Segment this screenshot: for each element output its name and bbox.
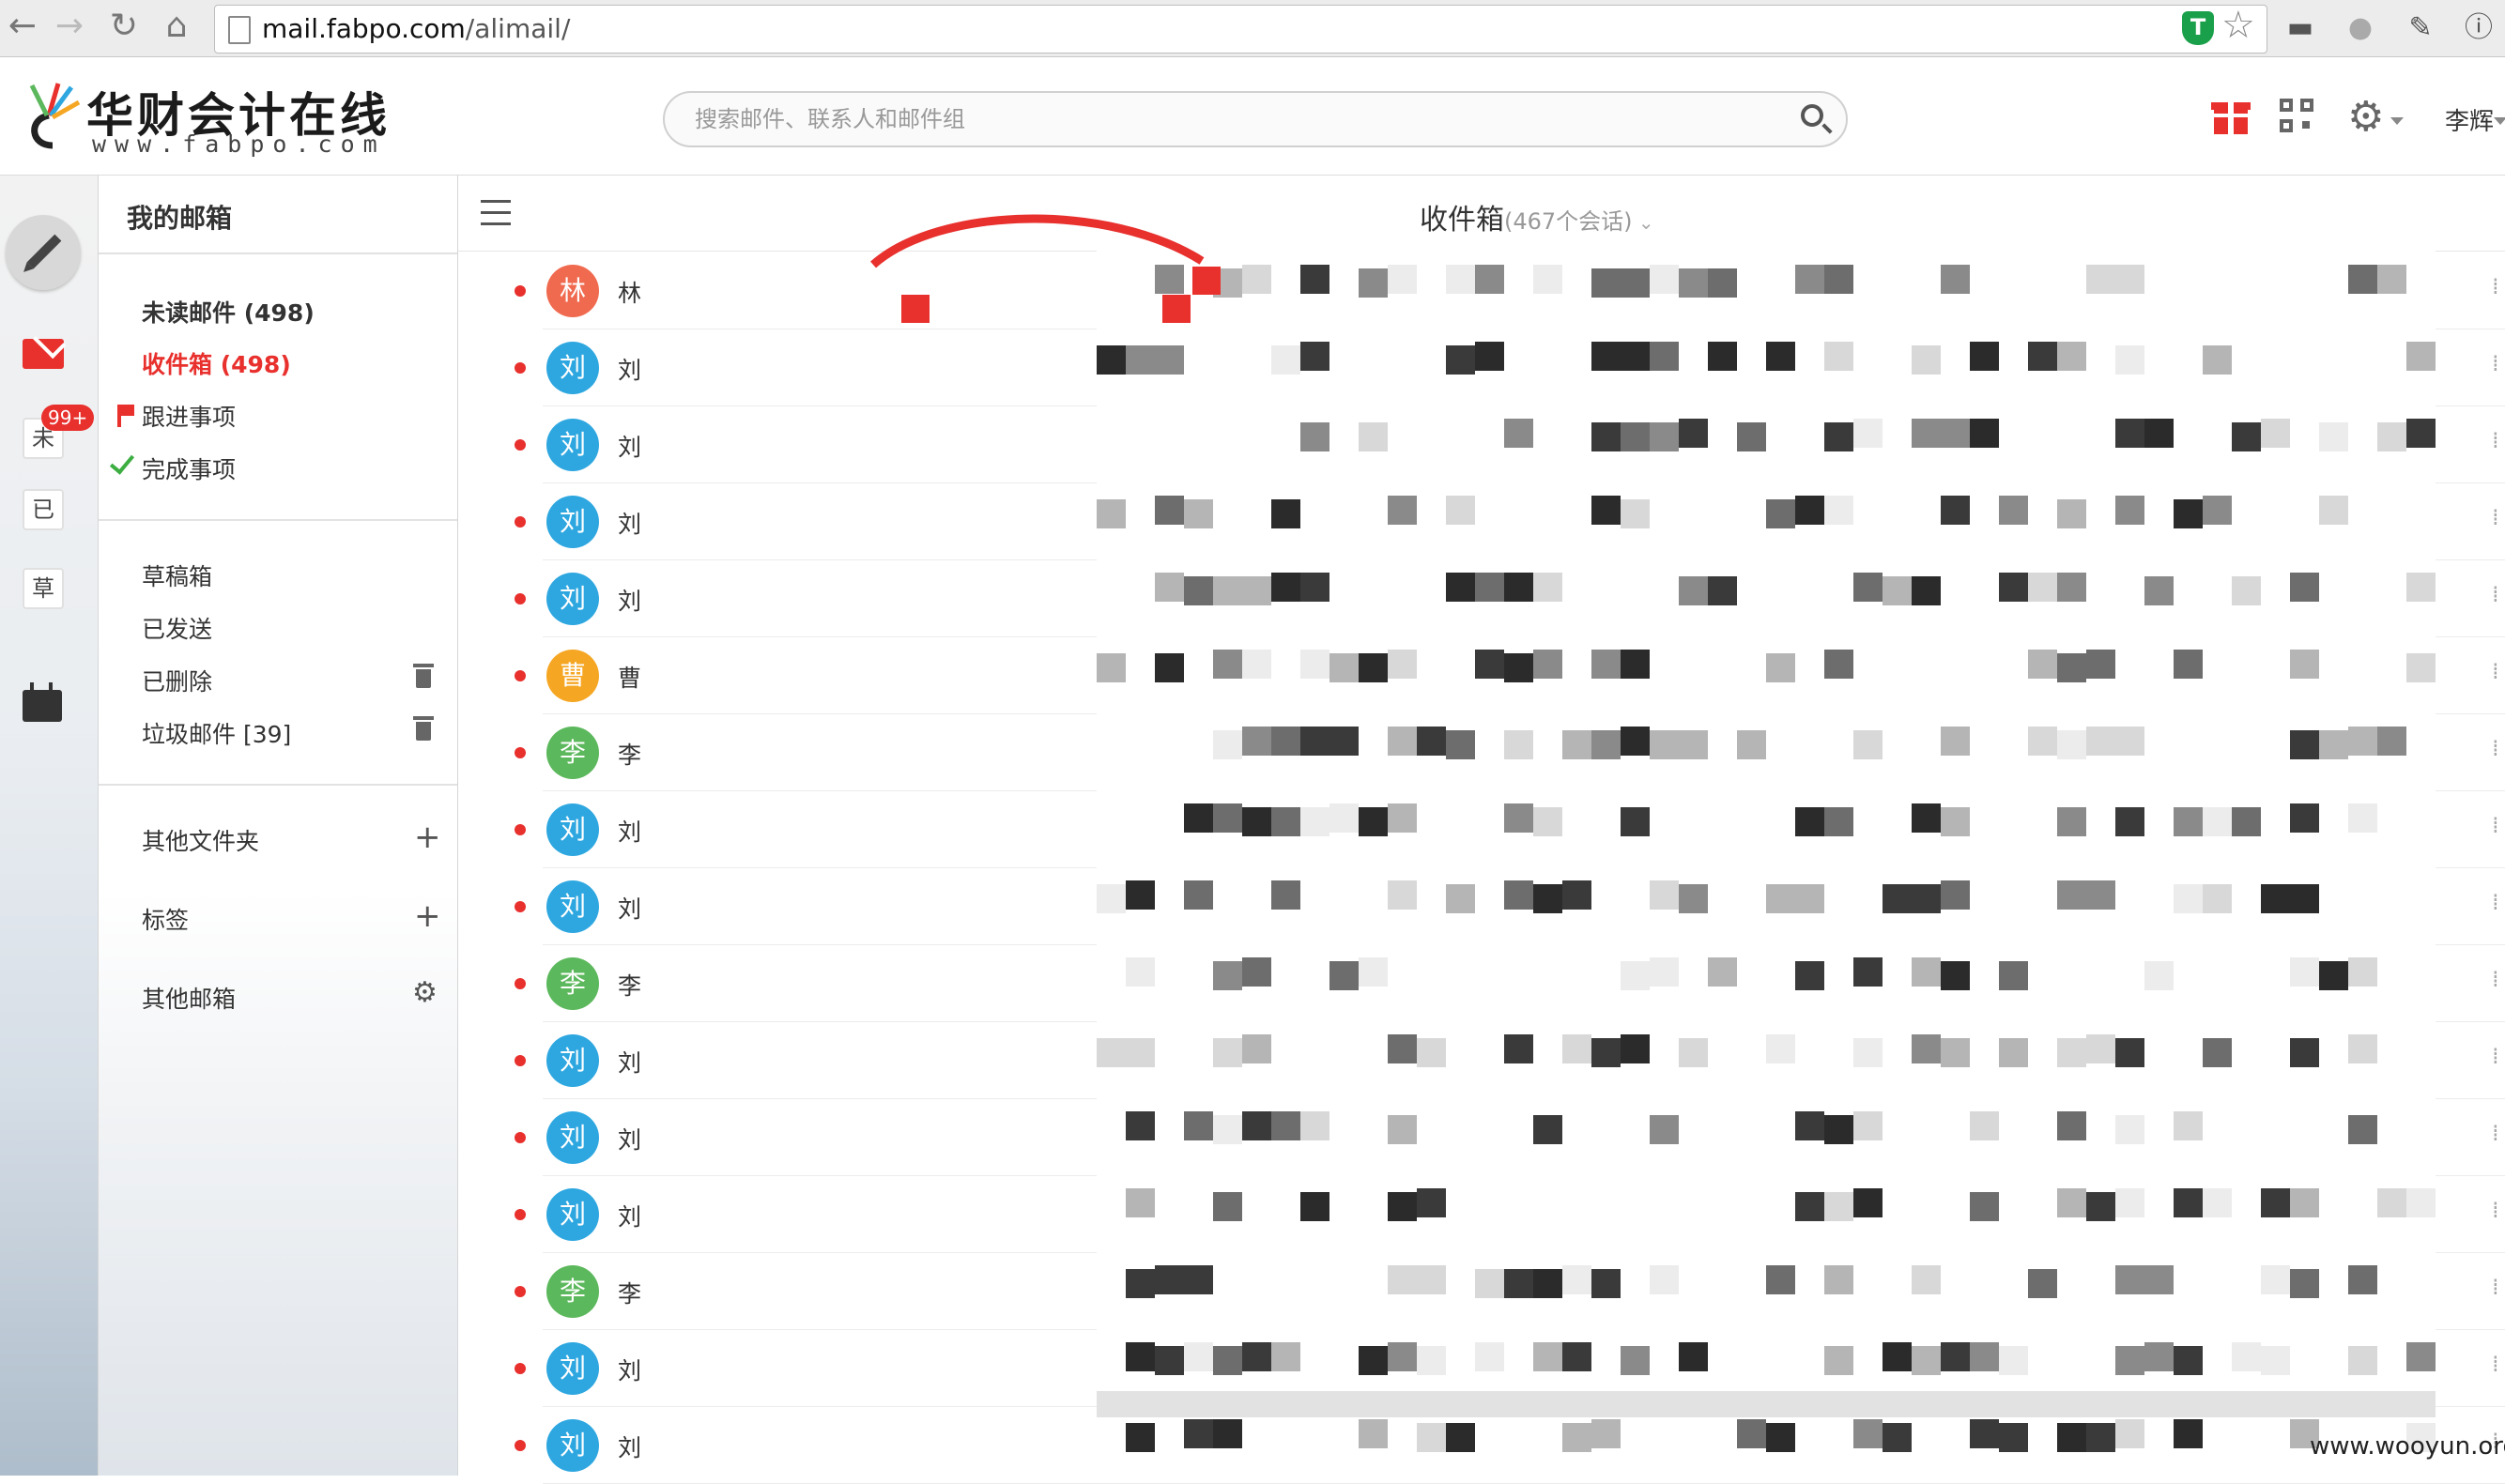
red-annotation xyxy=(870,214,1221,323)
watermark: www.wooyun.org xyxy=(2310,1432,2505,1461)
